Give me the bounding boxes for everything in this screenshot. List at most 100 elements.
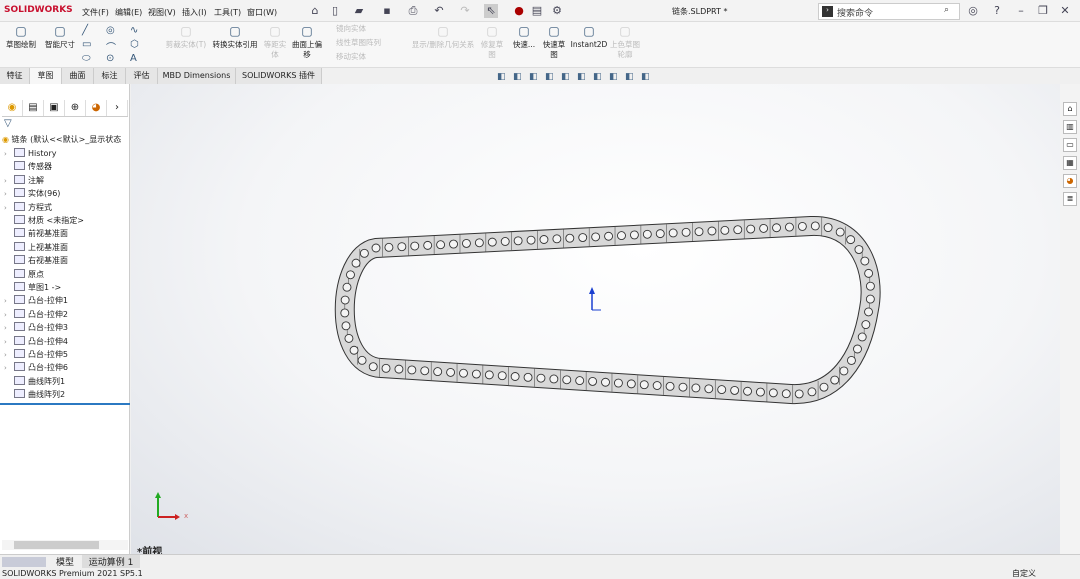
- ribbon-button-4[interactable]: ▢ 等距实体: [262, 25, 288, 60]
- previous-view-icon[interactable]: ◧: [529, 72, 545, 82]
- ribbon-button-10[interactable]: ▢ 修复草图: [478, 25, 506, 60]
- expand-arrow-icon[interactable]: ›: [4, 188, 14, 201]
- view-settings-icon[interactable]: ◧: [641, 72, 657, 82]
- rebuild-icon[interactable]: ●: [512, 4, 526, 18]
- tree-item[interactable]: 草图1 ->: [4, 281, 61, 294]
- scene-icon[interactable]: ◧: [625, 72, 641, 82]
- select-icon[interactable]: ⇖: [484, 4, 498, 18]
- appearances-icon[interactable]: ◕: [1063, 174, 1077, 188]
- property-manager-tab-icon[interactable]: ▤: [23, 100, 44, 116]
- print-icon[interactable]: ⎙: [406, 4, 420, 18]
- restore-icon[interactable]: ❐: [1036, 4, 1050, 18]
- units-selector[interactable]: 自定义: [1012, 568, 1036, 579]
- dimxpert-tab-icon[interactable]: ⊕: [65, 100, 86, 116]
- hide-show-icon[interactable]: ◧: [593, 72, 609, 82]
- more-tabs-icon[interactable]: ›: [107, 100, 128, 116]
- view-palette-icon[interactable]: ▦: [1063, 156, 1077, 170]
- scrollbar-thumb[interactable]: [14, 541, 99, 549]
- tab-1[interactable]: 草图: [30, 68, 62, 84]
- help-icon[interactable]: ?: [990, 4, 1004, 18]
- tree-item[interactable]: 前视基准面: [4, 227, 68, 240]
- search-icon[interactable]: ⌕: [944, 5, 949, 15]
- zoom-area-icon[interactable]: ◧: [513, 72, 529, 82]
- chain-model[interactable]: [131, 84, 1060, 554]
- search-commands-input[interactable]: › 搜索命令 ⌕: [818, 3, 960, 20]
- horizontal-scrollbar[interactable]: [2, 540, 128, 550]
- section-view-icon[interactable]: ◧: [545, 72, 561, 82]
- expand-arrow-icon[interactable]: ›: [4, 295, 14, 308]
- polygon-icon[interactable]: ⬡: [130, 39, 139, 50]
- expand-arrow-icon[interactable]: ›: [4, 336, 14, 349]
- menu-3[interactable]: 插入(I): [182, 7, 207, 18]
- tree-item[interactable]: › 凸台-拉伸3: [4, 321, 68, 334]
- expand-arrow-icon[interactable]: ›: [4, 322, 14, 335]
- minimize-icon[interactable]: –: [1014, 4, 1028, 18]
- tab-4[interactable]: 评估: [126, 68, 158, 84]
- user-icon[interactable]: ◎: [966, 4, 980, 18]
- home-icon[interactable]: ⌂: [308, 4, 322, 18]
- tree-item[interactable]: › 实体(96): [4, 187, 60, 200]
- tree-item[interactable]: › 方程式: [4, 201, 52, 214]
- tree-item[interactable]: › 注解: [4, 174, 44, 187]
- redo-icon[interactable]: ↷: [458, 4, 472, 18]
- new-file-icon[interactable]: ▯: [328, 4, 342, 18]
- close-icon[interactable]: ✕: [1058, 4, 1072, 18]
- ribbon-button-2[interactable]: ▢ 剪裁实体(T): [164, 25, 208, 50]
- edit-appearance-icon[interactable]: ◧: [609, 72, 625, 82]
- configuration-tab-icon[interactable]: ▣: [44, 100, 65, 116]
- resources-home-icon[interactable]: ⌂: [1063, 102, 1077, 116]
- ribbon-button-6[interactable]: 镜向实体: [336, 24, 400, 34]
- tree-item[interactable]: › History: [4, 147, 56, 160]
- tab-scroll-arrows[interactable]: [2, 557, 46, 567]
- menu-2[interactable]: 视图(V): [148, 7, 176, 18]
- tab-6[interactable]: SOLIDWORKS 插件: [236, 68, 322, 84]
- tree-item[interactable]: › 凸台-拉伸2: [4, 308, 68, 321]
- ribbon-button-9[interactable]: ▢ 显示/删除几何关系: [408, 25, 478, 50]
- ribbon-button-5[interactable]: ▢ 曲面上偏移: [292, 25, 322, 60]
- expand-arrow-icon[interactable]: ›: [4, 175, 14, 188]
- filter-icon[interactable]: ▽: [4, 118, 12, 129]
- ribbon-button-3[interactable]: ▢ 转换实体引用: [210, 25, 260, 50]
- tree-item[interactable]: › 凸台-拉伸1: [4, 294, 68, 307]
- ribbon-button-8[interactable]: 移动实体: [336, 52, 400, 62]
- tree-item[interactable]: 曲线阵列1: [4, 375, 65, 388]
- ribbon-button-13[interactable]: ▢ Instant2D: [570, 25, 608, 50]
- expand-arrow-icon[interactable]: ›: [4, 309, 14, 322]
- tree-item[interactable]: › 凸台-拉伸5: [4, 348, 68, 361]
- tab-5[interactable]: MBD Dimensions: [158, 68, 236, 84]
- point-icon[interactable]: ⊙: [106, 53, 114, 64]
- tree-item[interactable]: 右视基准面: [4, 254, 68, 267]
- menu-4[interactable]: 工具(T): [214, 7, 241, 18]
- file-properties-icon[interactable]: ▤: [530, 4, 544, 18]
- circle-icon[interactable]: ◎: [106, 25, 115, 36]
- ribbon-button-12[interactable]: ▢ 快速草图: [540, 25, 568, 60]
- tree-root-part[interactable]: ◉ 链条 (默认<<默认>_显示状态: [2, 133, 121, 146]
- zoom-to-fit-icon[interactable]: ◧: [497, 72, 513, 82]
- text-icon[interactable]: A: [130, 53, 137, 64]
- menu-1[interactable]: 编辑(E): [115, 7, 142, 18]
- ribbon-button-11[interactable]: ▢ 快速...: [510, 25, 538, 50]
- file-explorer-icon[interactable]: ▭: [1063, 138, 1077, 152]
- ribbon-button-14[interactable]: ▢ 上色草图轮廓: [610, 25, 640, 60]
- menu-5[interactable]: 窗口(W): [247, 7, 277, 18]
- tab-model[interactable]: 模型: [52, 555, 78, 568]
- tree-item[interactable]: 曲线阵列2: [4, 388, 65, 401]
- display-manager-tab-icon[interactable]: ◕: [86, 100, 107, 116]
- ribbon-button-0[interactable]: ▢ 草图绘制: [4, 25, 38, 50]
- tree-item[interactable]: 传感器: [4, 160, 52, 173]
- menu-0[interactable]: 文件(F): [82, 7, 109, 18]
- rectangle-icon[interactable]: ▭: [82, 39, 91, 50]
- expand-arrow-icon[interactable]: ›: [4, 148, 14, 161]
- tree-item[interactable]: 材质 <未指定>: [4, 214, 84, 227]
- arc-icon[interactable]: ⌒: [106, 39, 116, 54]
- expand-arrow-icon[interactable]: ›: [4, 349, 14, 362]
- feature-tree-tab-icon[interactable]: ◉: [2, 100, 23, 116]
- graphics-area[interactable]: ◧ ◧ ◧ ◧ ◧ ◧ ◧ ◧ ◧ ◧ x *前视: [131, 72, 1060, 558]
- expand-arrow-icon[interactable]: ›: [4, 362, 14, 375]
- tree-item[interactable]: 上视基准面: [4, 241, 68, 254]
- save-icon[interactable]: ▪: [380, 4, 394, 18]
- display-style-icon[interactable]: ◧: [577, 72, 593, 82]
- undo-icon[interactable]: ↶: [432, 4, 446, 18]
- ribbon-button-7[interactable]: 线性草图阵列: [336, 38, 400, 48]
- tab-motion-study[interactable]: 运动算例 1: [82, 555, 140, 568]
